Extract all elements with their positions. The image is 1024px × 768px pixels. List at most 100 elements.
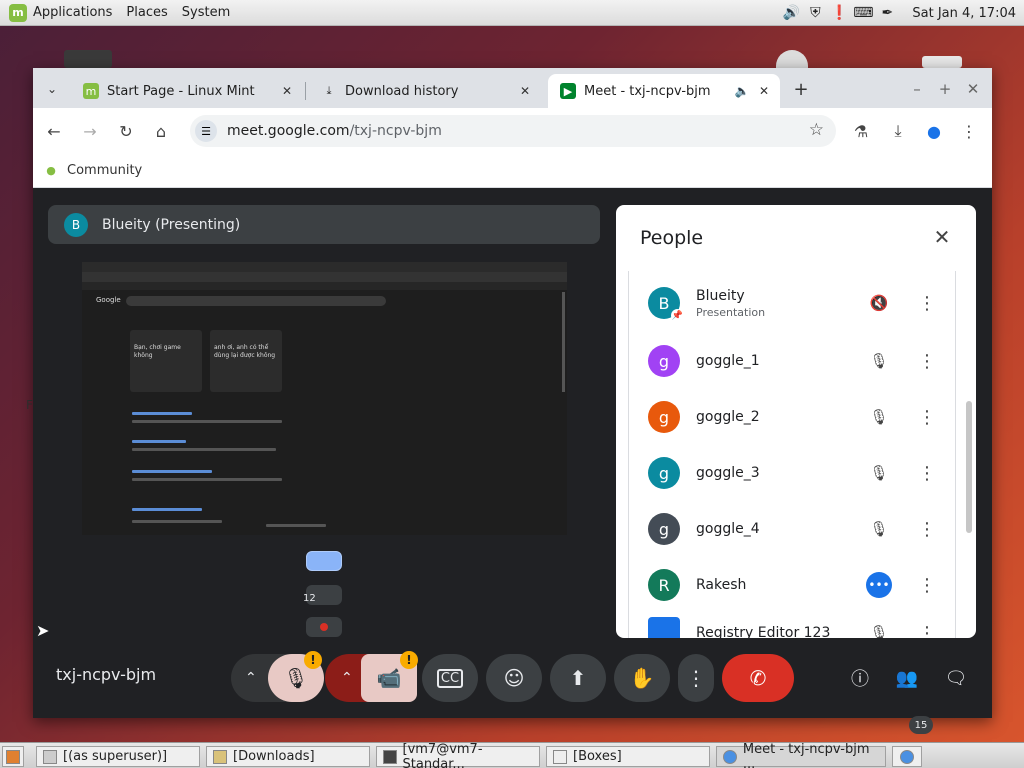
desktop-icon[interactable] <box>922 56 962 68</box>
shared-result-line <box>132 520 222 523</box>
mic-off-icon[interactable]: 🎙 <box>866 516 892 542</box>
keyboard-icon[interactable]: ⌨ <box>853 4 873 22</box>
shared-result-line <box>132 448 276 451</box>
more-options-button[interactable]: ⋮ <box>678 654 714 702</box>
close-window-button[interactable]: ✕ <box>962 78 984 100</box>
shared-result-line <box>132 478 282 481</box>
participant-row[interactable]: g goggle_3 🎙 ⋮ <box>648 445 948 501</box>
meeting-info-icon[interactable]: ⓘ <box>844 654 876 702</box>
participant-row[interactable]: Registry Editor 123 🎙 ⋮ <box>648 605 948 638</box>
more-options-icon[interactable]: ⋮ <box>914 460 940 486</box>
desktop-icon[interactable] <box>64 50 112 68</box>
close-icon[interactable]: ✕ <box>277 81 297 101</box>
present-screen-button[interactable]: ⬆ <box>550 654 606 702</box>
participant-row[interactable]: g goggle_4 🎙 ⋮ <box>648 501 948 557</box>
mic-off-icon[interactable]: 🎙 <box>866 348 892 374</box>
more-menu-icon[interactable]: ⋮ <box>957 119 981 143</box>
back-icon[interactable]: ← <box>42 119 66 143</box>
more-options-icon[interactable]: ⋮ <box>914 404 940 430</box>
leave-call-button[interactable]: ✆ <box>722 654 794 702</box>
mic-off-icon[interactable]: 🎙 <box>866 404 892 430</box>
participant-tile[interactable] <box>306 551 342 571</box>
participant-tile[interactable] <box>306 617 342 637</box>
taskbar-item-boxes[interactable]: [Boxes] <box>546 746 710 767</box>
people-icon[interactable]: 👥 <box>891 654 923 702</box>
close-icon[interactable]: ✕ <box>754 81 774 101</box>
update-notification-icon[interactable]: ❗ <box>830 4 848 22</box>
mic-off-icon[interactable]: 🎙 <box>866 620 892 638</box>
labs-flask-icon[interactable]: ⚗ <box>849 119 873 143</box>
speaking-indicator-icon[interactable]: ••• <box>866 572 892 598</box>
volume-icon[interactable]: 🔊 <box>782 4 800 22</box>
participant-subtitle: Presentation <box>696 305 766 319</box>
shared-result-line <box>132 440 186 443</box>
tab-title: Meet - txj-ncpv-bjm <box>584 83 711 99</box>
address-bar[interactable]: ☰ meet.google.com/txj-ncpv-bjm ☆ <box>190 115 836 147</box>
captions-button[interactable]: CC <box>422 654 478 702</box>
more-options-icon[interactable]: ⋮ <box>914 620 940 639</box>
raise-hand-button[interactable]: ✋ <box>614 654 670 702</box>
people-scrollbar[interactable] <box>966 401 972 533</box>
menu-applications[interactable]: Applications <box>33 5 112 20</box>
reload-icon[interactable]: ↻ <box>114 119 138 143</box>
avatar: g <box>648 401 680 433</box>
tab-meet[interactable]: ▶ Meet - txj-ncpv-bjm 🔈 ✕ <box>548 74 780 108</box>
desktop-icon[interactable] <box>776 50 808 68</box>
speaker-icon[interactable]: 🔈 <box>732 81 752 101</box>
menu-places[interactable]: Places <box>126 5 167 20</box>
emoji-reactions-button[interactable]: ☺ <box>486 654 542 702</box>
taskbar-item-meet[interactable]: Meet - txj-ncpv-bjm ... <box>716 742 886 768</box>
participant-row[interactable]: g goggle_1 🎙 ⋮ <box>648 333 948 389</box>
url-path: /txj-ncpv-bjm <box>349 123 442 139</box>
tab-download-history[interactable]: ⤓ Download history ✕ <box>309 74 541 108</box>
profile-icon[interactable]: ● <box>922 119 946 143</box>
participant-name: Rakesh <box>696 577 747 593</box>
home-icon[interactable]: ⌂ <box>149 119 173 143</box>
shield-icon[interactable]: ⛨ <box>806 4 824 22</box>
forward-icon[interactable]: → <box>78 119 102 143</box>
downloads-icon[interactable]: ⤓ <box>886 119 910 143</box>
mouse-cursor-icon: ➤ <box>36 621 50 640</box>
taskbar-item-terminal[interactable]: [vm7@vm7-Standar... <box>376 742 540 768</box>
more-options-icon[interactable]: ⋮ <box>914 572 940 598</box>
shared-tab-bar <box>82 262 567 272</box>
shared-scrollbar <box>562 292 565 392</box>
avatar: R <box>648 569 680 601</box>
close-icon[interactable]: ✕ <box>930 225 954 249</box>
boxes-icon <box>553 749 567 764</box>
mic-off-icon[interactable]: 🎙 <box>866 460 892 486</box>
site-info-icon[interactable]: ☰ <box>195 120 217 142</box>
more-options-icon[interactable]: ⋮ <box>914 348 940 374</box>
participant-row[interactable]: B 📌 Blueity Presentation 🔇 ⋮ <box>648 275 948 331</box>
muted-audio-icon[interactable]: 🔇 <box>866 290 892 316</box>
bookmark-community[interactable]: Community <box>67 163 142 178</box>
taskbar-item-downloads[interactable]: [Downloads] <box>206 746 370 767</box>
clock[interactable]: Sat Jan 4, 17:04 <box>912 6 1016 21</box>
taskbar-item-chrome[interactable] <box>892 746 922 767</box>
warning-icon: ! <box>400 651 418 669</box>
people-count-badge: 15 <box>909 716 933 734</box>
maximize-button[interactable]: + <box>934 78 956 100</box>
minimize-button[interactable]: – <box>906 78 928 100</box>
tab-title: Start Page - Linux Mint <box>107 83 255 99</box>
participant-row[interactable]: g goggle_2 🎙 ⋮ <box>648 389 948 445</box>
avatar: B <box>64 212 88 237</box>
tab-search-icon[interactable]: ⌄ <box>41 78 63 100</box>
mint-menu-icon[interactable]: m <box>9 3 27 22</box>
show-desktop-button[interactable] <box>2 746 24 767</box>
menu-system[interactable]: System <box>182 5 230 20</box>
more-options-icon[interactable]: ⋮ <box>914 516 940 542</box>
warning-icon: ! <box>304 651 322 669</box>
more-options-icon[interactable]: ⋮ <box>914 290 940 316</box>
taskbar-item-superuser[interactable]: [(as superuser)] <box>36 746 200 767</box>
participant-name: goggle_3 <box>696 465 760 481</box>
pen-icon[interactable]: ✒ <box>878 4 896 22</box>
participant-name: goggle_4 <box>696 521 760 537</box>
tab-start-page[interactable]: m Start Page - Linux Mint ✕ <box>71 74 303 108</box>
close-icon[interactable]: ✕ <box>515 81 535 101</box>
new-tab-button[interactable]: + <box>790 78 812 100</box>
recording-dot-icon <box>320 623 328 631</box>
chat-icon[interactable]: 🗨 <box>940 654 972 702</box>
bookmark-star-icon[interactable]: ☆ <box>809 120 824 140</box>
linux-mint-icon: ● <box>46 164 56 177</box>
